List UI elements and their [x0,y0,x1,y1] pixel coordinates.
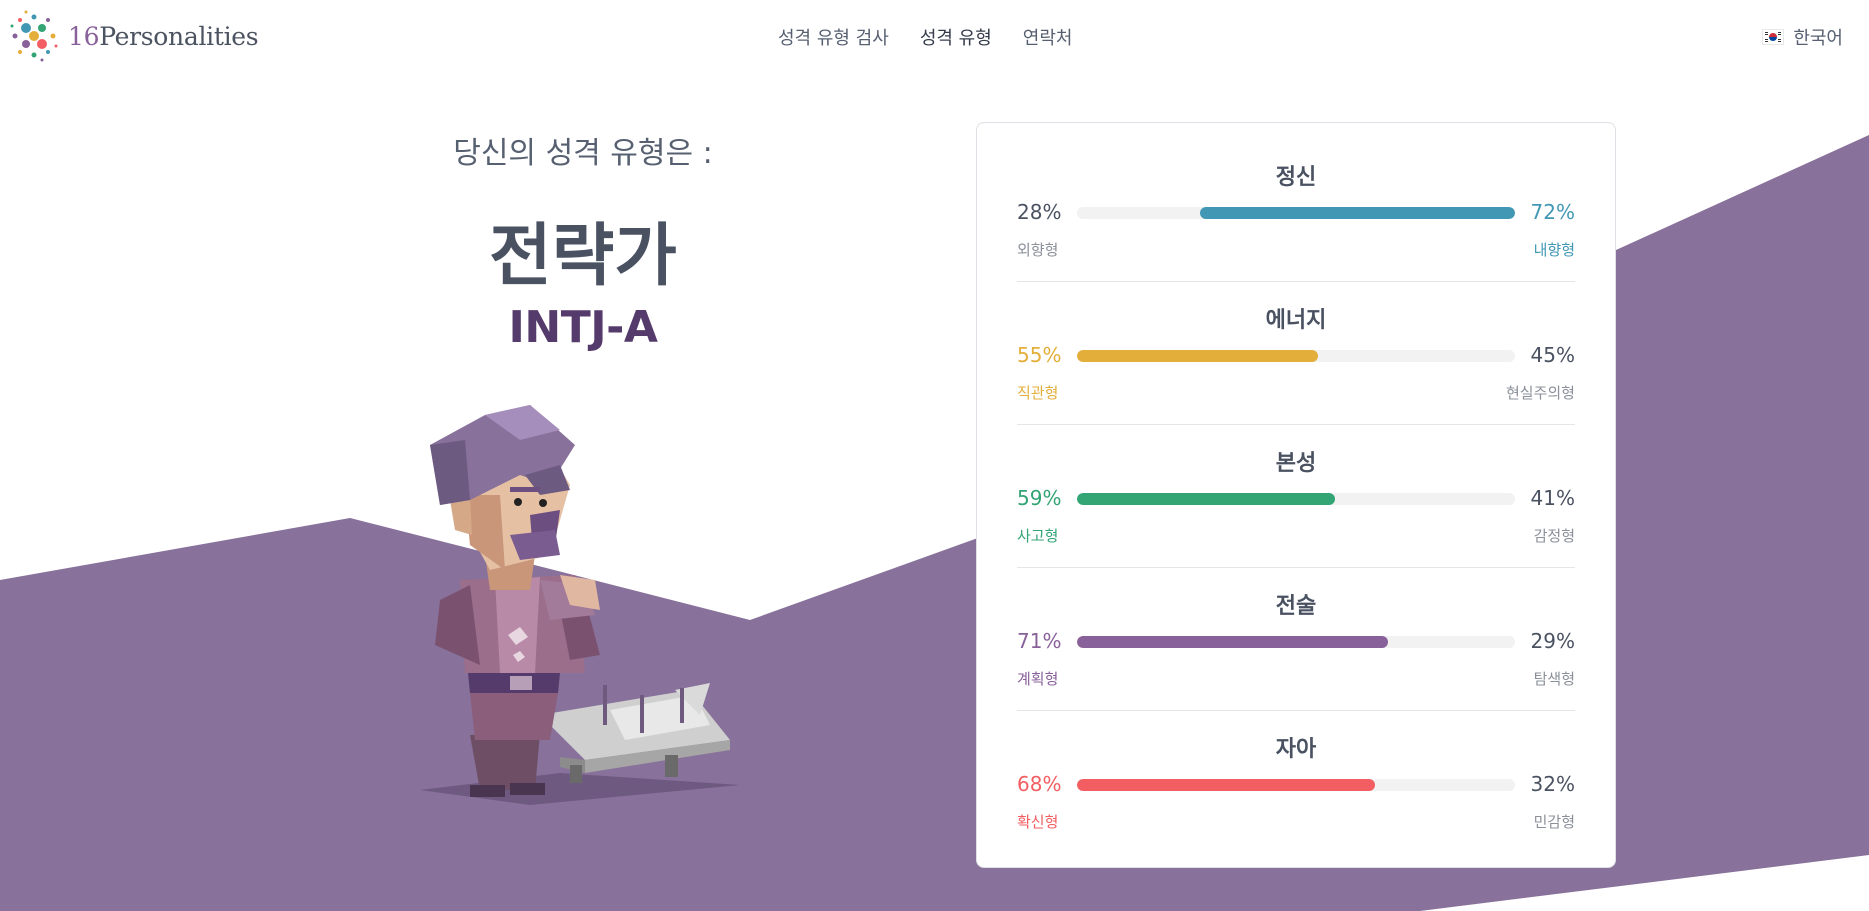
language-selector[interactable]: 한국어 [1763,24,1843,50]
personality-type-code: INTJ-A [508,302,658,353]
brand-logo[interactable]: 16Personalities [6,8,259,64]
trait-identity: 자아 68% 32% 확신형 민감형 [1017,695,1575,838]
trait-bar-track[interactable] [1077,636,1515,648]
trait-right-percent: 45% [1530,343,1575,367]
korea-flag-icon [1763,30,1784,44]
trait-bar-track[interactable] [1077,493,1515,505]
nav-personality-test[interactable]: 성격 유형 검사 [778,24,889,50]
architect-character-illustration [420,405,740,805]
trait-left-label: 직관형 [1017,384,1059,402]
trait-title: 에너지 [1265,308,1327,333]
personality-type-name: 전략가 [489,217,677,296]
trait-bar-fill [1077,636,1388,648]
main-nav: 성격 유형 검사 성격 유형 연락처 [778,24,1072,50]
result-subtitle: 당신의 성격 유형은 : [453,136,713,171]
trait-bar-fill [1199,207,1515,219]
trait-left-percent: 59% [1017,486,1062,510]
trait-left-label: 계획형 [1017,670,1059,688]
trait-right-percent: 41% [1530,486,1575,510]
trait-nature: 본성 59% 41% 사고형 감정형 [1017,409,1575,552]
trait-left-label: 사고형 [1017,527,1059,545]
trait-left-percent: 71% [1017,629,1062,653]
trait-energy: 에너지 55% 45% 직관형 현실주의형 [1017,266,1575,409]
trait-left-label: 외향형 [1017,241,1059,259]
logo-dots-icon [10,10,58,62]
trait-right-label: 현실주의형 [1505,384,1575,402]
trait-bar-track[interactable] [1077,779,1515,791]
brand-name: 16Personalities [68,21,259,51]
trait-right-percent: 72% [1530,200,1575,224]
trait-mind: 정신 28% 72% 외향형 내향형 [1017,123,1575,266]
trait-right-label: 민감형 [1533,813,1575,831]
trait-left-percent: 55% [1017,343,1062,367]
trait-bar-fill [1077,779,1375,791]
trait-title: 정신 [1275,165,1317,190]
trait-right-percent: 32% [1530,772,1575,796]
trait-title: 전술 [1275,594,1317,619]
trait-left-percent: 68% [1017,772,1062,796]
nav-contact[interactable]: 연락처 [1023,24,1073,50]
trait-bar-track[interactable] [1077,350,1515,362]
trait-bar-track[interactable] [1077,207,1515,219]
trait-tactics: 전술 71% 29% 계획형 탐색형 [1017,552,1575,695]
trait-title: 자아 [1275,737,1317,762]
traits-card: 정신 28% 72% 외향형 내향형 에너지 55% 45% 직관형 현실주의형… [976,122,1616,868]
trait-left-percent: 28% [1017,200,1062,224]
trait-bar-fill [1077,493,1336,505]
trait-left-label: 확신형 [1017,813,1059,831]
trait-right-label: 감정형 [1533,527,1575,545]
trait-bar-fill [1077,350,1318,362]
nav-personality-types[interactable]: 성격 유형 [920,24,992,50]
top-header: 16Personalities 성격 유형 검사 성격 유형 연락처 한국어 [0,0,1869,76]
trait-right-percent: 29% [1530,629,1575,653]
trait-title: 본성 [1275,451,1317,476]
trait-right-label: 탐색형 [1533,670,1575,688]
language-label: 한국어 [1793,28,1843,49]
trait-right-label: 내향형 [1533,241,1575,259]
